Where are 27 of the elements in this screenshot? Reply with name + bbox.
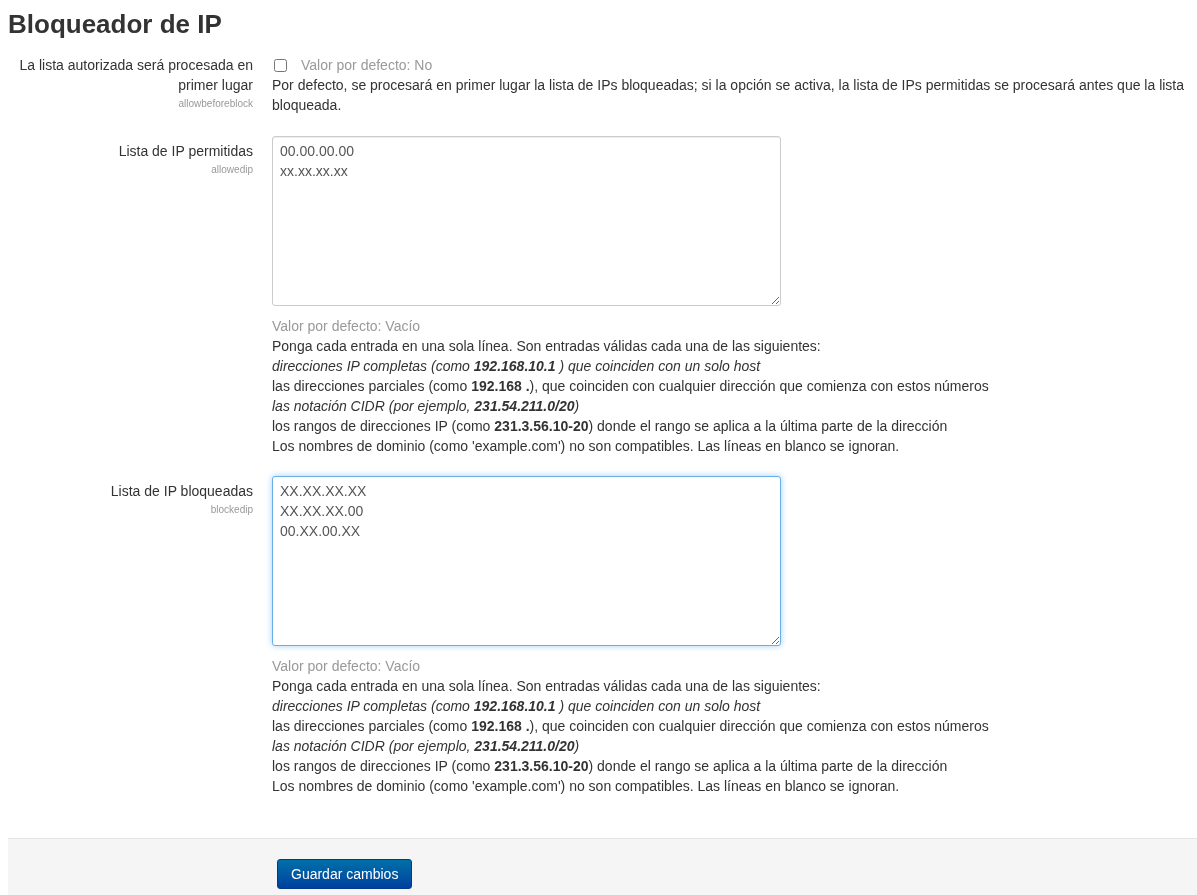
help-text: Ponga cada entrada en una sola línea. Son entradas válidas cada una de las siguientes:	[272, 677, 822, 696]
setting-label: Lista de IP permitidas	[118, 142, 253, 161]
setting-label: Lista de IP bloqueadas	[110, 482, 253, 501]
page-title: Bloqueador de IP	[8, 8, 223, 41]
help-text: las direcciones parciales (como 192.168 .), que coinciden con cualquier dirección que comienza con estos números	[272, 377, 990, 396]
help-text: Los nombres de dominio (como 'example.com') no son compatibles. Las líneas en blanco se ignoran.	[272, 777, 901, 796]
help-text: direcciones IP completas (como 192.168.10.1 ) que coinciden con un solo host	[272, 357, 762, 376]
text-area[interactable]: XX.XX.XX.XX XX.XX.XX.00 00.XX.00.XX	[272, 476, 781, 646]
setting-name: blockedip	[210, 503, 253, 517]
default-value: Valor por defecto: Vacío	[272, 317, 422, 336]
help-text: direcciones IP completas (como 192.168.10.1 ) que coinciden con un solo host	[272, 697, 762, 716]
help-text: Ponga cada entrada en una sola línea. Son entradas válidas cada una de las siguientes:	[272, 337, 822, 356]
setting-name: allowbeforeblock	[178, 97, 253, 111]
help-text: Los nombres de dominio (como 'example.com') no son compatibles. Las líneas en blanco se ignoran.	[272, 437, 901, 456]
setting-label: La lista autorizada será procesada en primer lugar	[18, 56, 253, 95]
setting-description: Por defecto, se procesará en primer lugar la lista de IPs bloqueadas; si la opción se activa, la lista de IPs permitidas se procesará antes que la lista bloqueada.	[272, 76, 1186, 115]
text-area[interactable]: 00.00.00.00 xx.xx.xx.xx	[272, 136, 781, 306]
help-text: las notación CIDR (por ejemplo, 231.54.211.0/20)	[272, 397, 581, 416]
checkbox[interactable]	[274, 58, 287, 72]
default-value: Valor por defecto: No	[301, 56, 433, 75]
help-text: las direcciones parciales (como 192.168 .), que coinciden con cualquier dirección que comienza con estos números	[272, 717, 990, 736]
help-text: las notación CIDR (por ejemplo, 231.54.211.0/20)	[272, 737, 581, 756]
help-text: los rangos de direcciones IP (como 231.3.56.10-20) donde el rango se aplica a la última parte de la dirección	[272, 417, 949, 436]
setting-name: allowedip	[211, 163, 253, 177]
default-value: Valor por defecto: Vacío	[272, 657, 422, 676]
help-text: los rangos de direcciones IP (como 231.3.56.10-20) donde el rango se aplica a la última parte de la dirección	[272, 757, 949, 776]
save-button[interactable]: Guardar cambios	[277, 859, 413, 889]
